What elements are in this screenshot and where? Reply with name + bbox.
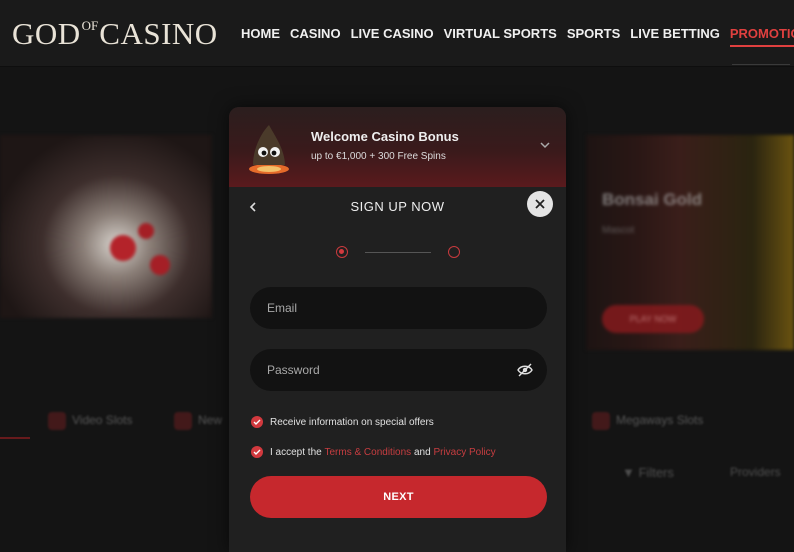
close-button[interactable] xyxy=(527,191,553,217)
password-field[interactable] xyxy=(250,349,547,391)
step-2-indicator xyxy=(448,246,460,258)
nav-home[interactable]: HOME xyxy=(241,26,280,47)
nav-sports[interactable]: SPORTS xyxy=(567,26,620,47)
terms-middle: and xyxy=(411,446,434,458)
logo-text-god: GOD xyxy=(12,16,81,51)
category-active-underline xyxy=(0,437,30,439)
hero-banner-right[interactable]: Bonsai Gold Mascot PLAY NOW xyxy=(586,135,794,350)
terms-link[interactable]: Terms & Conditions xyxy=(324,447,411,458)
decor-circle xyxy=(138,223,154,239)
star-icon xyxy=(174,412,192,430)
play-now-button[interactable]: PLAY NOW xyxy=(602,305,704,333)
privacy-link[interactable]: Privacy Policy xyxy=(433,447,495,458)
promo-title: Welcome Casino Bonus xyxy=(311,129,459,144)
step-connector xyxy=(365,252,431,253)
mascot-icon xyxy=(249,125,289,174)
main-nav: HOME CASINO LIVE CASINO VIRTUAL SPORTS S… xyxy=(241,26,794,47)
site-logo[interactable]: GODOFCASINO xyxy=(12,16,218,52)
nav-casino[interactable]: CASINO xyxy=(290,26,341,47)
providers-button[interactable]: Providers xyxy=(730,465,781,479)
featured-game-title: Bonsai Gold xyxy=(602,190,703,209)
signup-header: SIGN UP NOW xyxy=(229,187,566,227)
filters-button[interactable]: ▼ Filters xyxy=(622,465,674,480)
featured-game-provider: Mascot xyxy=(602,225,635,236)
terms-checkbox-row[interactable]: I accept the Terms & Conditions and Priv… xyxy=(251,446,496,458)
category-megaways[interactable]: Megaways Slots xyxy=(592,412,703,430)
offers-checkbox-row[interactable]: Receive information on special offers xyxy=(251,416,434,428)
slots-icon xyxy=(48,412,66,430)
chevron-down-icon[interactable] xyxy=(539,139,551,151)
signup-title: SIGN UP NOW xyxy=(350,199,445,214)
decor-circle xyxy=(110,235,136,261)
signup-stepper xyxy=(229,245,566,263)
nav-virtual-sports[interactable]: VIRTUAL SPORTS xyxy=(444,26,557,47)
next-button[interactable]: NEXT xyxy=(250,476,547,518)
hero-banner-left[interactable] xyxy=(0,135,212,318)
close-icon xyxy=(535,199,545,209)
check-icon xyxy=(253,419,261,425)
promo-banner[interactable]: Welcome Casino Bonus up to €1,000 + 300 … xyxy=(229,107,566,187)
terms-checkbox[interactable] xyxy=(251,446,263,458)
logo-text-casino: CASINO xyxy=(99,16,218,51)
nav-promotions[interactable]: PROMOTIONS xyxy=(729,26,794,47)
signup-modal: Welcome Casino Bonus up to €1,000 + 300 … xyxy=(229,107,566,552)
nav-divider xyxy=(732,64,790,65)
eye-off-icon[interactable] xyxy=(517,363,533,377)
email-field[interactable] xyxy=(250,287,547,329)
step-1-indicator xyxy=(336,246,348,258)
terms-prefix: I accept the xyxy=(270,446,325,458)
offers-label: Receive information on special offers xyxy=(270,416,434,428)
category-new[interactable]: New xyxy=(174,412,222,430)
decor-circle xyxy=(150,255,170,275)
promo-subtitle: up to €1,000 + 300 Free Spins xyxy=(311,151,446,162)
nav-live-casino[interactable]: LIVE CASINO xyxy=(351,26,434,47)
megaways-icon xyxy=(592,412,610,430)
check-icon xyxy=(253,449,261,455)
nav-live-betting[interactable]: LIVE BETTING xyxy=(630,26,720,47)
top-navigation: GODOFCASINO HOME CASINO LIVE CASINO VIRT… xyxy=(0,0,794,67)
logo-text-of: OF xyxy=(81,18,99,33)
offers-checkbox[interactable] xyxy=(251,416,263,428)
category-video-slots[interactable]: Video Slots xyxy=(48,412,133,430)
